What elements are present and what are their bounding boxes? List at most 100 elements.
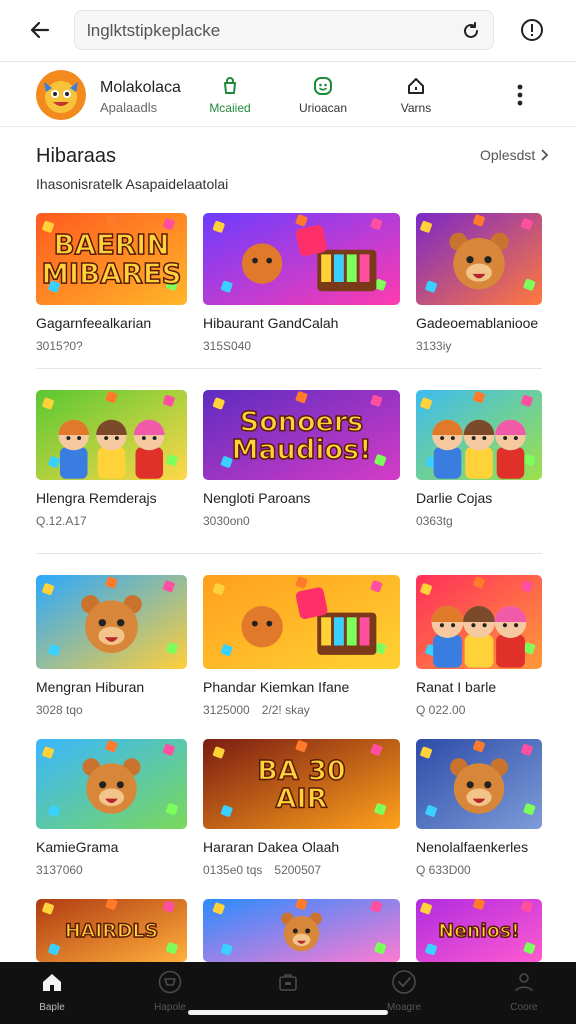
game-thumbnail-art: BA 30AIR <box>203 739 400 829</box>
game-meta-value: Q 022.00 <box>416 703 466 717</box>
game-meta: 315S040 <box>203 339 400 353</box>
game-meta: 3028 tqo <box>36 703 187 717</box>
arrow-left-icon <box>30 21 50 39</box>
game-thumbnail[interactable] <box>416 390 542 480</box>
game-card[interactable]: Gadeoemablaniooe 3133iy <box>416 213 542 353</box>
game-card[interactable]: KamieGrama 3137060 <box>36 739 187 877</box>
game-card[interactable]: Mengran Hiburan 3028 tqo <box>36 575 187 717</box>
app-header: Molakolaca Apalaadls Mcaiied Urioacan Va… <box>0 63 576 127</box>
divider <box>36 553 542 554</box>
game-card[interactable]: Hlengra Remderajs Q.12.A17 <box>36 390 187 528</box>
game-meta-value: 0363tg <box>416 514 453 528</box>
game-thumbnail[interactable] <box>416 213 542 305</box>
bag-icon <box>279 974 297 991</box>
tab-label: Urioacan <box>298 101 348 115</box>
game-title: Phandar Kiemkan Ifane <box>203 679 350 695</box>
cart-icon <box>158 970 182 994</box>
game-meta-value: 3030on0 <box>203 514 250 528</box>
tab-mcaiied[interactable]: Mcaiied <box>188 75 272 119</box>
game-card[interactable]: Sonoers Maudios! Nengloti Paroans 3030on0 <box>203 390 400 528</box>
tab-label: Mcaiied <box>209 101 251 115</box>
game-meta: 3030on0 <box>203 514 400 528</box>
game-title: Mengran Hiburan <box>36 679 145 695</box>
game-meta: 3133iy <box>416 339 542 353</box>
game-card[interactable] <box>203 899 400 962</box>
info-icon <box>521 19 543 41</box>
reload-button[interactable] <box>457 17 485 45</box>
info-button[interactable] <box>514 12 550 48</box>
game-meta-value: 315S040 <box>203 339 252 353</box>
home-indicator <box>188 1010 388 1015</box>
game-title: Nenolalfaenkerles <box>416 839 529 855</box>
game-thumbnail[interactable] <box>36 739 187 829</box>
game-thumbnail[interactable] <box>416 739 542 829</box>
game-thumbnail[interactable] <box>203 899 400 962</box>
section-see-all-link[interactable]: Oplesdst <box>480 147 549 163</box>
chevron-right-icon <box>541 149 549 161</box>
nav-label: Baple <box>39 1002 65 1013</box>
game-card[interactable]: BAERIN MIBARES Gagarnfeealkarian 3015?0? <box>36 213 187 353</box>
url-input[interactable] <box>87 19 457 43</box>
game-title: KamieGrama <box>36 839 119 855</box>
game-card[interactable]: Phandar Kiemkan Ifane 3125000 2/2! skay <box>203 575 400 717</box>
back-button[interactable] <box>22 12 58 48</box>
nav-item-home[interactable]: Baple <box>12 968 92 1018</box>
game-card[interactable]: Nenios! <box>416 899 542 962</box>
game-meta: Q.12.A17 <box>36 514 187 528</box>
smile-icon <box>314 77 332 95</box>
section-title: Hibaraas <box>36 145 117 167</box>
game-thumbnail[interactable]: HAIRDLS <box>36 899 187 962</box>
game-thumbnail-art <box>416 575 542 669</box>
game-meta: 3125000 2/2! skay <box>203 703 400 717</box>
game-thumbnail-art <box>416 213 542 305</box>
top-bar <box>0 0 576 62</box>
nav-item-profile[interactable]: Coore <box>484 968 564 1018</box>
store-icon <box>224 77 236 94</box>
game-thumbnail-art <box>203 899 400 962</box>
tab-varns[interactable]: Varns <box>374 75 458 119</box>
game-title: Hlengra Remderajs <box>36 490 157 506</box>
reload-icon <box>464 22 478 38</box>
game-thumbnail-art: HAIRDLS <box>36 899 187 962</box>
game-thumbnail[interactable]: Nenios! <box>416 899 542 962</box>
game-meta: 3015?0? <box>36 339 187 353</box>
game-card[interactable]: Nenolalfaenkerles Q 633D00 <box>416 739 542 877</box>
game-meta-value: 3125000 <box>203 703 250 717</box>
game-title: Gagarnfeealkarian <box>36 315 152 331</box>
more-options-button[interactable] <box>506 79 534 111</box>
game-card[interactable]: Darlie Cojas 0363tg <box>416 390 542 528</box>
game-card[interactable]: Hibaurant GandCalah 315S040 <box>203 213 400 353</box>
game-thumbnail[interactable] <box>203 213 400 305</box>
game-thumbnail-art: SonoersMaudios! <box>203 390 400 480</box>
url-field[interactable] <box>74 10 494 50</box>
game-meta-value: 3028 tqo <box>36 703 83 717</box>
game-meta: Q 022.00 <box>416 703 542 717</box>
game-card[interactable]: BA 30 AIR Hararan Dakea Olaah 0135e0 tqs 520… <box>203 739 400 877</box>
game-thumbnail-art <box>36 575 187 669</box>
game-thumbnail[interactable]: Sonoers Maudios! <box>203 390 400 480</box>
game-thumbnail[interactable] <box>36 575 187 669</box>
game-title: Nengloti Paroans <box>203 490 311 506</box>
game-meta-secondary: 2/2! skay <box>261 703 310 717</box>
game-thumbnail[interactable] <box>416 575 542 669</box>
game-card[interactable]: Ranat I barle Q 022.00 <box>416 575 542 717</box>
game-card[interactable]: HAIRDLS <box>36 899 187 962</box>
game-meta-value: 3015?0? <box>36 339 83 353</box>
game-thumbnail-art: Nenios! <box>416 899 542 962</box>
game-thumbnail[interactable]: BA 30 AIR <box>203 739 400 829</box>
tab-urioacan[interactable]: Urioacan <box>281 75 365 119</box>
game-meta-value: 3133iy <box>416 339 452 353</box>
user-icon <box>515 973 533 992</box>
game-thumbnail[interactable]: BAERIN MIBARES <box>36 213 187 305</box>
home-icon <box>408 78 424 94</box>
divider <box>36 368 542 369</box>
game-thumbnail[interactable] <box>36 390 187 480</box>
app-avatar[interactable] <box>36 70 86 120</box>
home-icon <box>43 974 61 991</box>
game-thumbnail[interactable] <box>203 575 400 669</box>
game-thumbnail-art <box>36 390 187 480</box>
game-meta-value: 3137060 <box>36 863 83 877</box>
game-thumbnail-art: BAERINMIBARES <box>36 213 187 305</box>
section-link-label: Oplesdst <box>480 147 536 163</box>
thumbnail-text: HAIRDLS <box>65 920 158 942</box>
